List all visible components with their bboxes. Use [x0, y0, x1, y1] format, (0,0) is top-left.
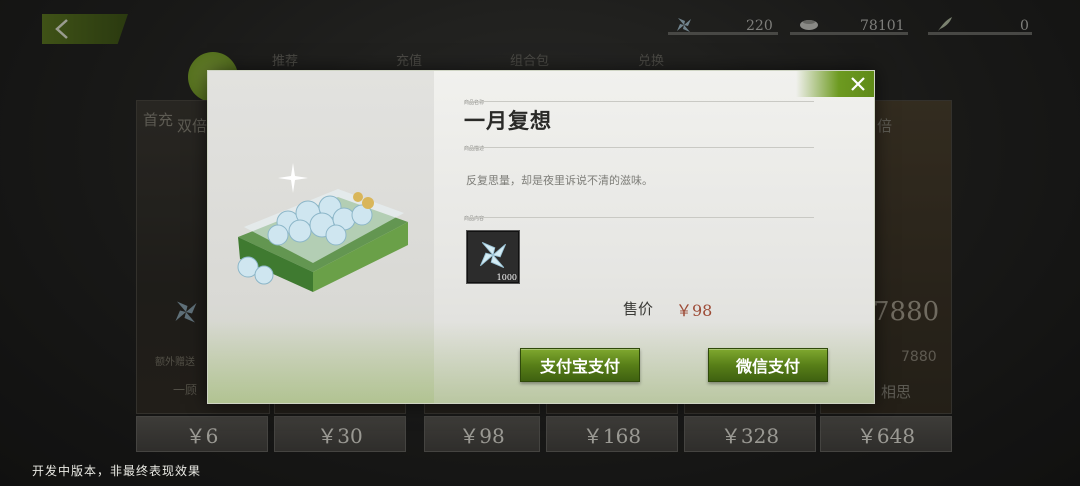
divider [464, 101, 814, 102]
product-title: 一月复想 [464, 108, 552, 133]
jade-flower-icon [479, 241, 507, 269]
alipay-button[interactable]: 支付宝支付 [520, 348, 640, 382]
gift-box-image [237, 189, 408, 292]
divider [464, 147, 814, 148]
sparkle-icon [278, 163, 308, 193]
purchase-modal: 商品名称 一月复想 商品描述 反复思量，却是夜里诉说不清的滋味。 商品内容 10… [207, 70, 875, 404]
item-slot[interactable]: 1000 [466, 230, 520, 284]
price-label: 售价 [623, 300, 654, 318]
item-count: 1000 [496, 273, 517, 282]
close-button[interactable] [844, 72, 872, 96]
product-description: 反复思量，却是夜里诉说不清的滋味。 [466, 174, 653, 187]
divider [464, 217, 814, 218]
price-value: ￥98 [676, 301, 713, 320]
dev-version-note: 开发中版本，非最终表现效果 [32, 464, 202, 478]
close-icon [851, 77, 865, 91]
wechat-pay-button[interactable]: 微信支付 [708, 348, 828, 382]
